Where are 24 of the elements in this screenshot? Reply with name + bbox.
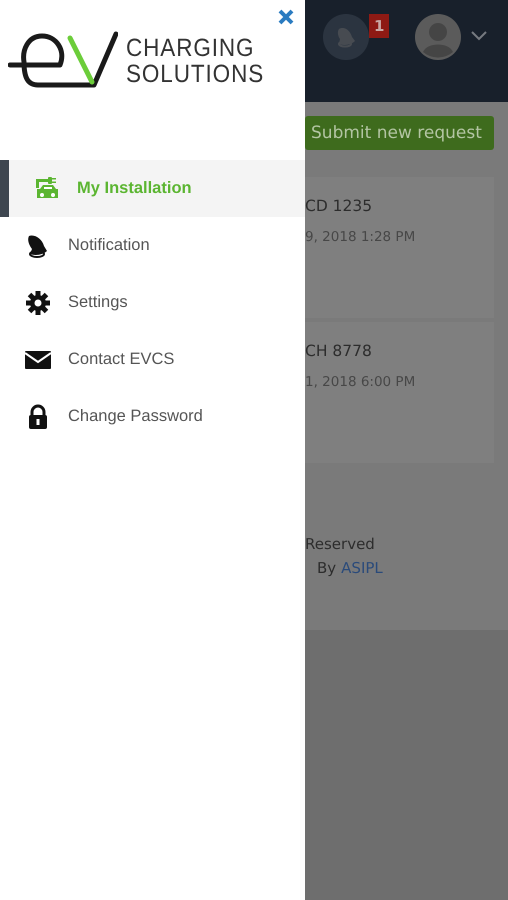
request-card[interactable]: CD 1235 9, 2018 1:28 PM [305, 177, 494, 318]
envelope-icon [24, 348, 52, 370]
close-icon[interactable] [277, 8, 295, 26]
avatar-icon[interactable] [415, 14, 462, 60]
card-title: CH 8778 [305, 342, 372, 360]
logo-text: SOLUTIONS [126, 61, 264, 87]
menu-item[interactable]: Settings [0, 274, 305, 331]
footer-text: By [317, 559, 336, 577]
notification-badge: 1 [369, 14, 390, 38]
lock-icon [26, 404, 50, 430]
chevron-down-icon[interactable] [471, 31, 488, 41]
card-date: 9, 2018 1:28 PM [305, 229, 416, 245]
menu-item[interactable]: Contact EVCS [0, 331, 305, 388]
menu-item[interactable]: Notification [0, 217, 305, 274]
footer-text: Reserved [305, 535, 376, 553]
menu-item[interactable]: Change Password [0, 388, 305, 445]
submit-request-button[interactable]: Submit new request [305, 116, 494, 150]
logo-text: CHARGING [126, 35, 256, 61]
card-date: 1, 2018 6:00 PM [305, 374, 416, 390]
footer-link[interactable]: ASIPL [341, 559, 383, 577]
card-title: CD 1235 [305, 197, 372, 215]
request-card[interactable]: CH 8778 1, 2018 6:00 PM [305, 322, 494, 463]
settings-icon [25, 290, 51, 316]
menu-item[interactable]: My Installation [0, 160, 305, 217]
